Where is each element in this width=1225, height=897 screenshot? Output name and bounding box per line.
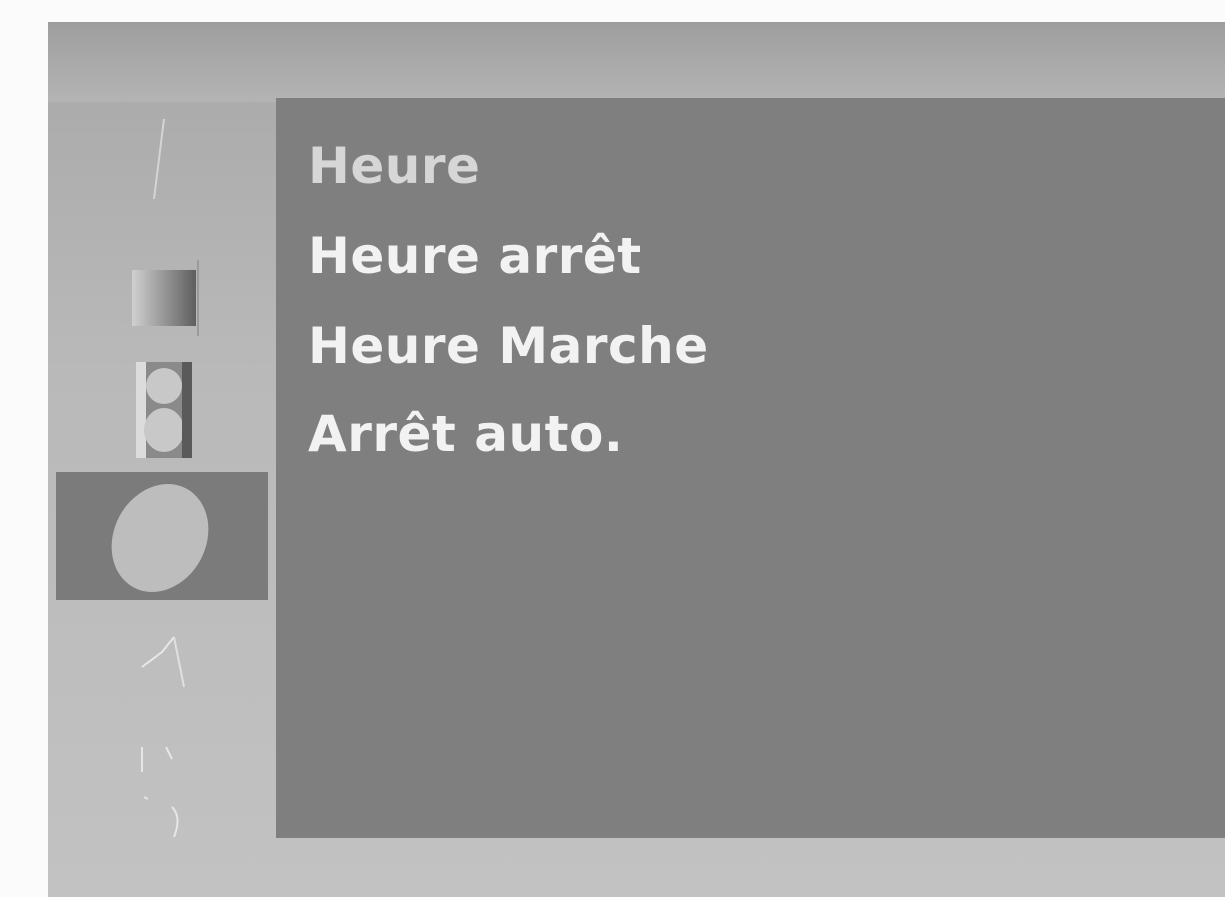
- sidebar-item-screen[interactable]: [56, 242, 268, 352]
- audio-icon: [136, 362, 192, 458]
- time-icon: [111, 484, 209, 592]
- lock-icon: [141, 746, 179, 838]
- sidebar-item-lock[interactable]: [56, 722, 268, 852]
- menu-item-heure-arret[interactable]: Heure arrêt: [308, 226, 642, 286]
- option-icon: [141, 636, 185, 688]
- sidebar-item-time[interactable]: [56, 472, 268, 600]
- menu-item-heure-marche[interactable]: Heure Marche: [308, 316, 709, 376]
- osd-menu-window: Heure Heure arrêt Heure Marche Arrêt aut…: [48, 22, 1225, 897]
- sidebar-item-option[interactable]: [56, 617, 268, 707]
- sidebar-item-audio[interactable]: [56, 356, 268, 466]
- screen-icon: [132, 260, 199, 336]
- sidebar: [48, 22, 276, 897]
- menu-item-heure[interactable]: Heure: [308, 136, 480, 196]
- menu-item-arret-auto[interactable]: Arrêt auto.: [308, 404, 623, 464]
- sidebar-item-picture[interactable]: [56, 104, 268, 214]
- picture-icon: [153, 118, 165, 200]
- menu-panel: Heure Heure arrêt Heure Marche Arrêt aut…: [276, 98, 1225, 838]
